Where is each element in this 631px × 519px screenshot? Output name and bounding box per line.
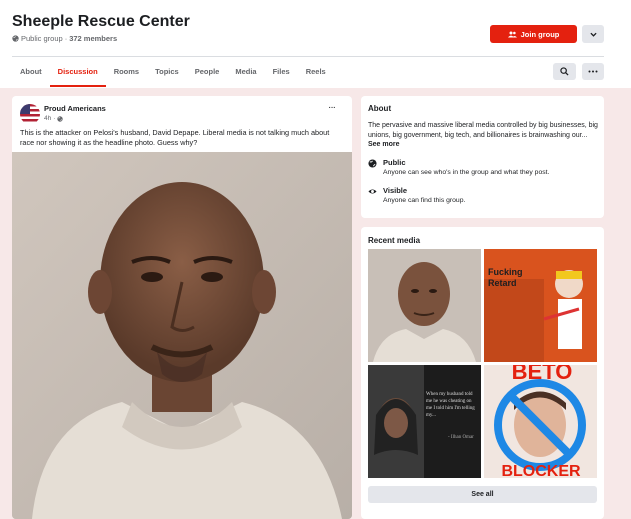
about-description: The pervasive and massive liberal media … <box>368 121 598 150</box>
chevron-down-icon <box>589 32 597 37</box>
meta-separator: · <box>64 34 68 43</box>
search-icon <box>560 67 569 76</box>
join-group-button[interactable]: Join group <box>490 25 577 43</box>
meme-thumbnail-image <box>484 249 597 362</box>
post-timestamp: 4h · <box>44 115 64 122</box>
privacy-label: Public group <box>21 34 63 43</box>
tab-discussion[interactable]: Discussion <box>49 57 106 87</box>
post-text: This is the attacker on Pelosi's husband… <box>20 128 330 147</box>
group-meta: Public group · 372 members <box>12 34 117 43</box>
media-thumbnail[interactable]: BETO BLOCKER <box>484 365 597 478</box>
post-options-button[interactable]: ··· <box>328 102 336 113</box>
tab-media[interactable]: Media <box>227 57 264 87</box>
search-button[interactable] <box>553 63 576 80</box>
tab-files[interactable]: Files <box>265 57 298 87</box>
group-header: Sheeple Rescue Center Public group · 372… <box>0 0 631 88</box>
mugshot-image <box>12 152 352 519</box>
post-time-text[interactable]: 4h <box>44 115 51 122</box>
tab-about[interactable]: About <box>12 57 50 87</box>
post-time-separator: · <box>53 115 56 122</box>
post-author[interactable]: Proud Americans <box>44 104 106 113</box>
globe-icon <box>57 115 64 122</box>
flag-avatar-icon <box>20 104 40 124</box>
see-more-link[interactable]: See more <box>368 141 400 148</box>
media-thumbnail[interactable]: Fucking Retard <box>484 249 597 362</box>
quote-thumbnail-image <box>368 365 481 478</box>
tab-reels[interactable]: Reels <box>298 57 334 87</box>
recent-media-heading: Recent media <box>368 236 421 245</box>
media-thumbnail[interactable]: When my husband told me he was cheating … <box>368 365 481 478</box>
tab-rooms[interactable]: Rooms <box>106 57 147 87</box>
about-description-text: The pervasive and massive liberal media … <box>368 122 598 139</box>
people-icon <box>507 31 517 37</box>
media-thumbnail[interactable] <box>368 249 481 362</box>
more-dots-icon <box>588 70 598 73</box>
public-title: Public <box>383 158 406 167</box>
quote-text: When my husband told me he was cheating … <box>426 392 475 418</box>
visible-info: Visible Anyone can find this group. <box>368 186 465 204</box>
group-options-button[interactable] <box>582 25 604 43</box>
globe-icon <box>368 159 377 168</box>
join-group-label: Join group <box>520 29 560 39</box>
see-all-button[interactable]: See all <box>368 486 597 503</box>
group-tabs: About Discussion Rooms Topics People Med… <box>12 57 334 87</box>
blocker-text: BLOCKER <box>501 463 581 478</box>
globe-icon <box>12 35 19 42</box>
group-title[interactable]: Sheeple Rescue Center <box>12 13 190 31</box>
public-description: Anyone can see who's in the group and wh… <box>383 169 550 176</box>
tab-topics[interactable]: Topics <box>147 57 187 87</box>
more-options-button[interactable] <box>582 63 604 80</box>
recent-media-card: Recent media Fucking Retard When my husb… <box>361 227 604 519</box>
about-card: About The pervasive and massive liberal … <box>361 96 604 218</box>
meme-caption: Fucking Retard <box>488 267 523 288</box>
member-count[interactable]: 372 members <box>69 34 117 43</box>
mugshot-thumbnail-image <box>368 249 481 362</box>
about-heading: About <box>368 104 392 113</box>
beto-text: BETO <box>511 365 573 384</box>
tab-people[interactable]: People <box>187 57 228 87</box>
visible-title: Visible <box>383 186 408 195</box>
visible-description: Anyone can find this group. <box>383 197 466 204</box>
public-info: Public Anyone can see who's in the group… <box>368 158 549 176</box>
post-card: Proud Americans 4h · ··· This is the att… <box>12 96 352 519</box>
eye-icon <box>368 189 377 194</box>
author-avatar[interactable] <box>20 104 40 124</box>
post-photo[interactable] <box>12 152 352 519</box>
quote-signature: - Ilhan Omar <box>448 435 474 440</box>
